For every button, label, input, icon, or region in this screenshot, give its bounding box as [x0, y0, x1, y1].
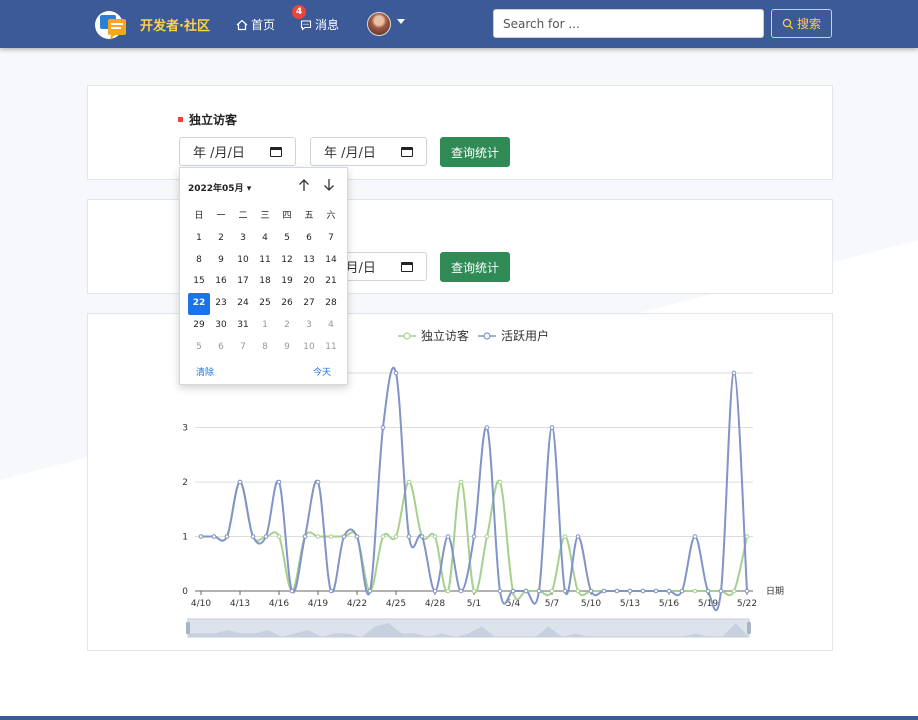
calendar-day[interactable]: 14 [320, 250, 342, 272]
date-picker-popup: 2022年05月 ▾ 日一二三四五六 1 2 3 4 5 6 7 8 9 10 11 12 13 14 15 1… [179, 167, 348, 385]
calendar-day[interactable]: 24 [232, 293, 254, 315]
weekday-header: 三 [260, 211, 270, 221]
calendar-day[interactable]: 11 [254, 250, 276, 272]
calendar-day[interactable]: 2 [210, 228, 232, 250]
calendar-day[interactable]: 11 [320, 337, 342, 359]
calendar-day[interactable]: 25 [254, 293, 276, 315]
calendar-day[interactable]: 7 [320, 228, 342, 250]
start-date-input[interactable]: 年 /月/日 [179, 137, 296, 166]
nav-home[interactable]: 首页 [236, 16, 275, 33]
calendar-day[interactable]: 26 [276, 293, 298, 315]
calendar-clear-button[interactable]: 清除 [196, 365, 214, 378]
calendar-day[interactable]: 29 [188, 315, 210, 337]
calendar-day[interactable]: 1 [254, 315, 276, 337]
calendar-icon[interactable] [270, 146, 282, 157]
calendar-day[interactable]: 6 [210, 337, 232, 359]
section-marker-icon [178, 117, 183, 122]
calendar-day[interactable]: 4 [320, 315, 342, 337]
message-icon [300, 19, 312, 31]
calendar-day[interactable]: 20 [298, 271, 320, 293]
user-menu-caret-icon[interactable] [397, 19, 405, 24]
next-month-arrow-icon[interactable] [321, 177, 337, 193]
weekday-header: 四 [282, 211, 292, 221]
weekday-header: 六 [326, 211, 336, 221]
calendar-day[interactable]: 21 [320, 271, 342, 293]
top-navbar: 开发者·社区 首页 消息 4 搜索 [0, 0, 918, 48]
previous-month-arrow-icon[interactable] [296, 177, 312, 193]
search-button[interactable]: 搜索 [771, 9, 832, 38]
calendar-icon[interactable] [401, 261, 413, 272]
calendar-icon[interactable] [401, 146, 413, 157]
calendar-month-selector[interactable]: 2022年05月 ▾ [188, 181, 251, 194]
calendar-day[interactable]: 5 [188, 337, 210, 359]
calendar-day[interactable]: 4 [254, 228, 276, 250]
query-stats-button[interactable]: 查询统计 [440, 137, 510, 167]
weekday-header: 二 [238, 211, 248, 221]
community-logo-icon [95, 11, 126, 40]
calendar-day[interactable]: 30 [210, 315, 232, 337]
weekday-header: 日 [194, 211, 204, 221]
calendar-day[interactable]: 7 [232, 337, 254, 359]
footer-edge [0, 716, 918, 720]
calendar-day[interactable]: 9 [210, 250, 232, 272]
start-date-placeholder: 年 /月/日 [193, 146, 245, 161]
home-icon [236, 19, 248, 30]
calendar-day[interactable]: 3 [298, 315, 320, 337]
calendar-day[interactable]: 3 [232, 228, 254, 250]
calendar-day[interactable]: 15 [188, 271, 210, 293]
nav-messages-label: 消息 [315, 18, 340, 32]
calendar-day[interactable]: 27 [298, 293, 320, 315]
calendar-day[interactable]: 6 [298, 228, 320, 250]
calendar-day[interactable]: 8 [188, 250, 210, 272]
section-title-text: 独立访客 [189, 113, 238, 127]
calendar-day[interactable]: 5 [276, 228, 298, 250]
brand-name[interactable]: 开发者·社区 [140, 15, 210, 34]
calendar-day[interactable]: 10 [232, 250, 254, 272]
calendar-day[interactable]: 31 [232, 315, 254, 337]
calendar-day[interactable]: 12 [276, 250, 298, 272]
end-date-input[interactable]: 年 /月/日 [310, 137, 427, 166]
section-title: 独立访客 [178, 111, 237, 128]
calendar-day[interactable]: 23 [210, 293, 232, 315]
calendar-day[interactable]: 28 [320, 293, 342, 315]
calendar-day-selected[interactable]: 22 [188, 293, 210, 315]
weekday-header: 一 [216, 211, 226, 221]
message-count-badge: 4 [292, 5, 306, 19]
calendar-day[interactable]: 19 [276, 271, 298, 293]
nav-home-label: 首页 [251, 18, 276, 32]
search-button-label: 搜索 [796, 17, 821, 31]
second-query-stats-button[interactable]: 查询统计 [440, 252, 510, 282]
calendar-day[interactable]: 2 [276, 315, 298, 337]
end-date-placeholder: 年 /月/日 [324, 146, 376, 161]
calendar-day[interactable]: 1 [188, 228, 210, 250]
user-avatar[interactable] [367, 12, 391, 36]
calendar-day-grid: 日一二三四五六 1 2 3 4 5 6 7 8 9 10 11 12 13 14 15 16 17 18 19 20 21… [188, 206, 342, 359]
calendar-today-button[interactable]: 今天 [313, 365, 331, 378]
nav-messages[interactable]: 消息 [300, 16, 339, 33]
calendar-day[interactable]: 17 [232, 271, 254, 293]
search-input[interactable] [493, 9, 764, 38]
weekday-header: 五 [304, 211, 314, 221]
calendar-day[interactable]: 16 [210, 271, 232, 293]
calendar-day[interactable]: 13 [298, 250, 320, 272]
calendar-day[interactable]: 9 [276, 337, 298, 359]
calendar-day[interactable]: 8 [254, 337, 276, 359]
search-icon [782, 18, 794, 29]
calendar-day[interactable]: 18 [254, 271, 276, 293]
calendar-day[interactable]: 10 [298, 337, 320, 359]
